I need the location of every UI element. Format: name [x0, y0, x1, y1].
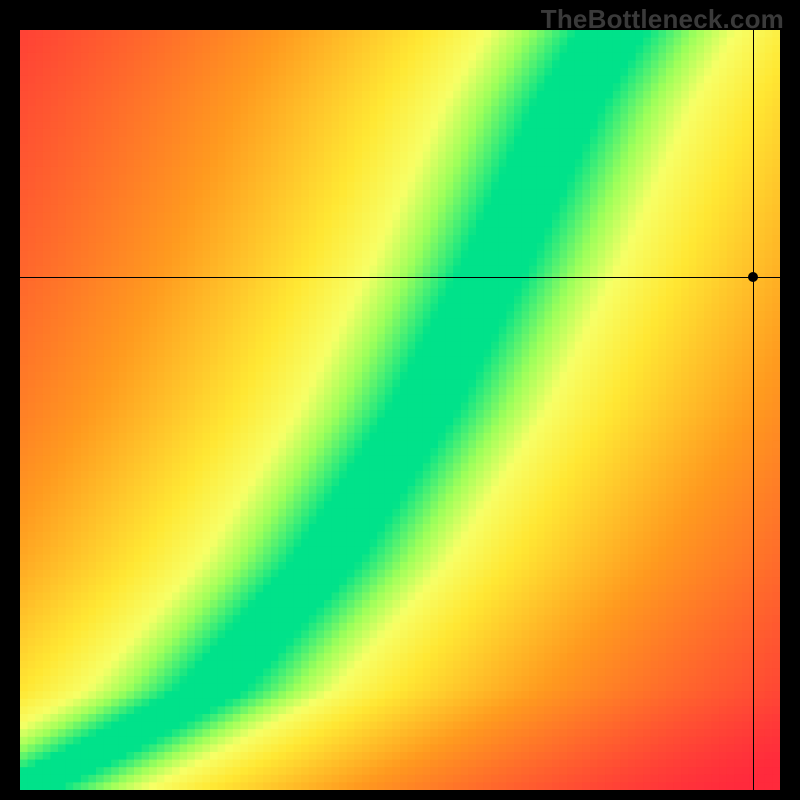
heatmap-plot [20, 30, 780, 790]
heatmap-canvas [20, 30, 780, 790]
chart-frame: TheBottleneck.com [0, 0, 800, 800]
